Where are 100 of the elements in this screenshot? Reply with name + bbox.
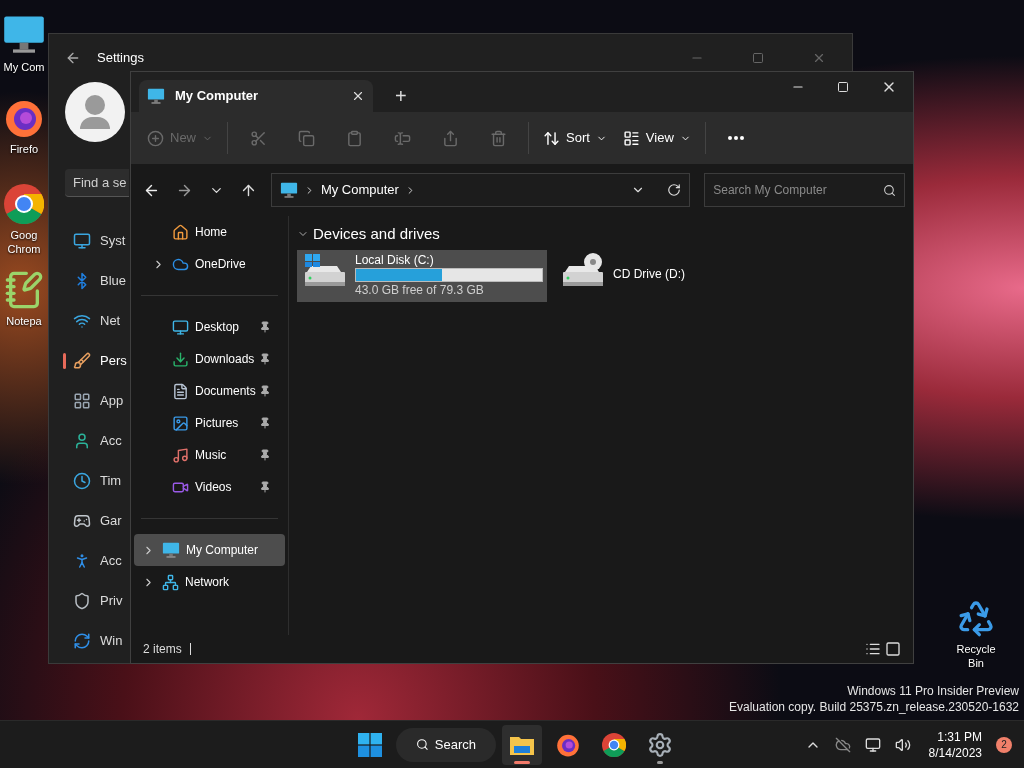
- nav-label: Videos: [195, 479, 233, 496]
- search-icon: [416, 737, 429, 752]
- nav-item[interactable]: Syst: [100, 231, 126, 251]
- details-view-icon[interactable]: [865, 641, 881, 657]
- drive-free-space: 43.0 GB free of 79.3 GB: [355, 282, 485, 298]
- nav-item[interactable]: Desktop: [144, 311, 275, 343]
- nav-item[interactable]: Blue: [100, 271, 127, 291]
- desktop-icon: [172, 318, 189, 336]
- nav-label: Documents: [195, 383, 257, 400]
- tiles-view-icon[interactable]: [885, 641, 901, 657]
- nav-item[interactable]: Acc: [100, 551, 122, 571]
- computer-icon: [147, 87, 165, 105]
- refresh-icon[interactable]: [667, 183, 682, 197]
- recycle-bin-icon: [956, 598, 996, 638]
- nav-icon: [73, 512, 91, 530]
- group-header: Devices and drives: [313, 223, 440, 244]
- search-field[interactable]: Search: [396, 727, 496, 762]
- nav-item[interactable]: Downloads: [144, 343, 275, 375]
- new-icon: [147, 129, 164, 147]
- nav-item[interactable]: Tim: [100, 471, 122, 491]
- nav-label: Desktop: [195, 319, 241, 336]
- nav-item[interactable]: App: [100, 391, 124, 411]
- clock[interactable]: 1:31 PM 8/14/2023: [928, 728, 982, 761]
- gear-icon: [647, 731, 673, 758]
- nav-item[interactable]: My Computer: [134, 534, 285, 566]
- nav-label: Downloads: [195, 351, 256, 368]
- nav-item[interactable]: Acc: [100, 431, 122, 451]
- avatar-icon: [65, 82, 125, 142]
- nav-icon: [73, 632, 91, 650]
- desktop-icon-label: Firefo: [8, 142, 40, 156]
- nav-icon: [73, 312, 91, 330]
- nav-icon: [73, 472, 91, 490]
- new-tab-button[interactable]: +: [395, 86, 407, 106]
- watermark-text: Windows 11 Pro Insider Preview: [847, 683, 1019, 699]
- nav-item[interactable]: OneDrive: [144, 248, 275, 280]
- firefox-icon: [4, 98, 44, 138]
- search-icon: [883, 183, 896, 197]
- rename-icon: [393, 129, 411, 147]
- nav-icon: [73, 592, 91, 610]
- computer-icon: [279, 181, 298, 199]
- home-icon: [172, 223, 189, 241]
- view-icon: [622, 129, 640, 147]
- nav-item[interactable]: Music: [144, 439, 275, 471]
- nav-icon: [73, 352, 91, 370]
- drive-tile[interactable]: CD Drive (D:): [555, 250, 805, 302]
- start-icon: [358, 732, 382, 757]
- nav-item[interactable]: Priv: [100, 591, 123, 611]
- nav-item[interactable]: Pers: [100, 351, 127, 371]
- music-icon: [172, 446, 189, 464]
- window-title: Settings: [97, 49, 144, 68]
- nav-icon: [73, 392, 91, 410]
- nav-label: Pictures: [195, 415, 240, 432]
- drive-name: Local Disk (C:): [355, 252, 435, 268]
- back-icon[interactable]: [65, 50, 81, 66]
- nav-label: My Computer: [186, 542, 260, 559]
- more-icon: [727, 136, 744, 140]
- view-button[interactable]: View: [614, 122, 699, 154]
- search-field[interactable]: Search My Computer: [704, 173, 905, 207]
- nav-label: Home: [195, 224, 228, 241]
- drive-tile[interactable]: Local Disk (C:) 43.0 GB free of 79.3 GB: [297, 250, 547, 302]
- address-bar[interactable]: My Computer: [270, 173, 691, 207]
- cut-icon: [249, 129, 267, 147]
- nav-label: OneDrive: [195, 256, 247, 273]
- sort-button[interactable]: Sort: [535, 122, 615, 154]
- nav-item[interactable]: Documents: [144, 375, 275, 407]
- nav-item[interactable]: Gar: [100, 511, 122, 531]
- nav-item[interactable]: Home: [144, 216, 275, 248]
- network-icon[interactable]: [864, 736, 881, 753]
- nav-label: Network: [185, 574, 230, 591]
- nav-item[interactable]: Pictures: [144, 407, 275, 439]
- nav-icon: [73, 232, 91, 250]
- chrome-icon: [602, 732, 626, 757]
- firefox-icon: [556, 732, 580, 757]
- desktop-icon-label: My Com: [2, 60, 46, 74]
- nav-item[interactable]: Win: [100, 631, 123, 651]
- nav-item[interactable]: Net: [100, 311, 121, 331]
- status-text: 2 items: [143, 641, 182, 658]
- delete-icon: [489, 129, 507, 147]
- close-icon[interactable]: [351, 89, 365, 103]
- taskbar-app[interactable]: [502, 724, 542, 765]
- notification-badge[interactable]: 2: [996, 736, 1012, 753]
- watermark-text: Evaluation copy. Build 25375.zn_release.230520-1632: [729, 699, 1019, 715]
- computer-icon: [162, 541, 180, 559]
- volume-icon[interactable]: [894, 736, 911, 753]
- notepad-icon: [4, 270, 44, 310]
- copy-icon: [297, 129, 315, 147]
- paste-icon: [345, 129, 363, 147]
- nav-label: Music: [195, 447, 228, 464]
- downloads-icon: [172, 350, 189, 368]
- tab[interactable]: My Computer: [139, 80, 373, 112]
- nav-item[interactable]: Videos: [144, 471, 275, 503]
- desktop-icon-label: Recycle Bin: [955, 642, 997, 670]
- search-field[interactable]: Find a se: [65, 169, 129, 197]
- pictures-icon: [172, 414, 189, 432]
- drive-name: CD Drive (D:): [613, 266, 686, 282]
- nav-icon: [73, 432, 91, 450]
- desktop-icon-label: Notepa: [5, 314, 43, 328]
- nav-item[interactable]: Network: [134, 566, 285, 598]
- documents-icon: [172, 382, 189, 400]
- cloud-off-icon[interactable]: [834, 736, 851, 753]
